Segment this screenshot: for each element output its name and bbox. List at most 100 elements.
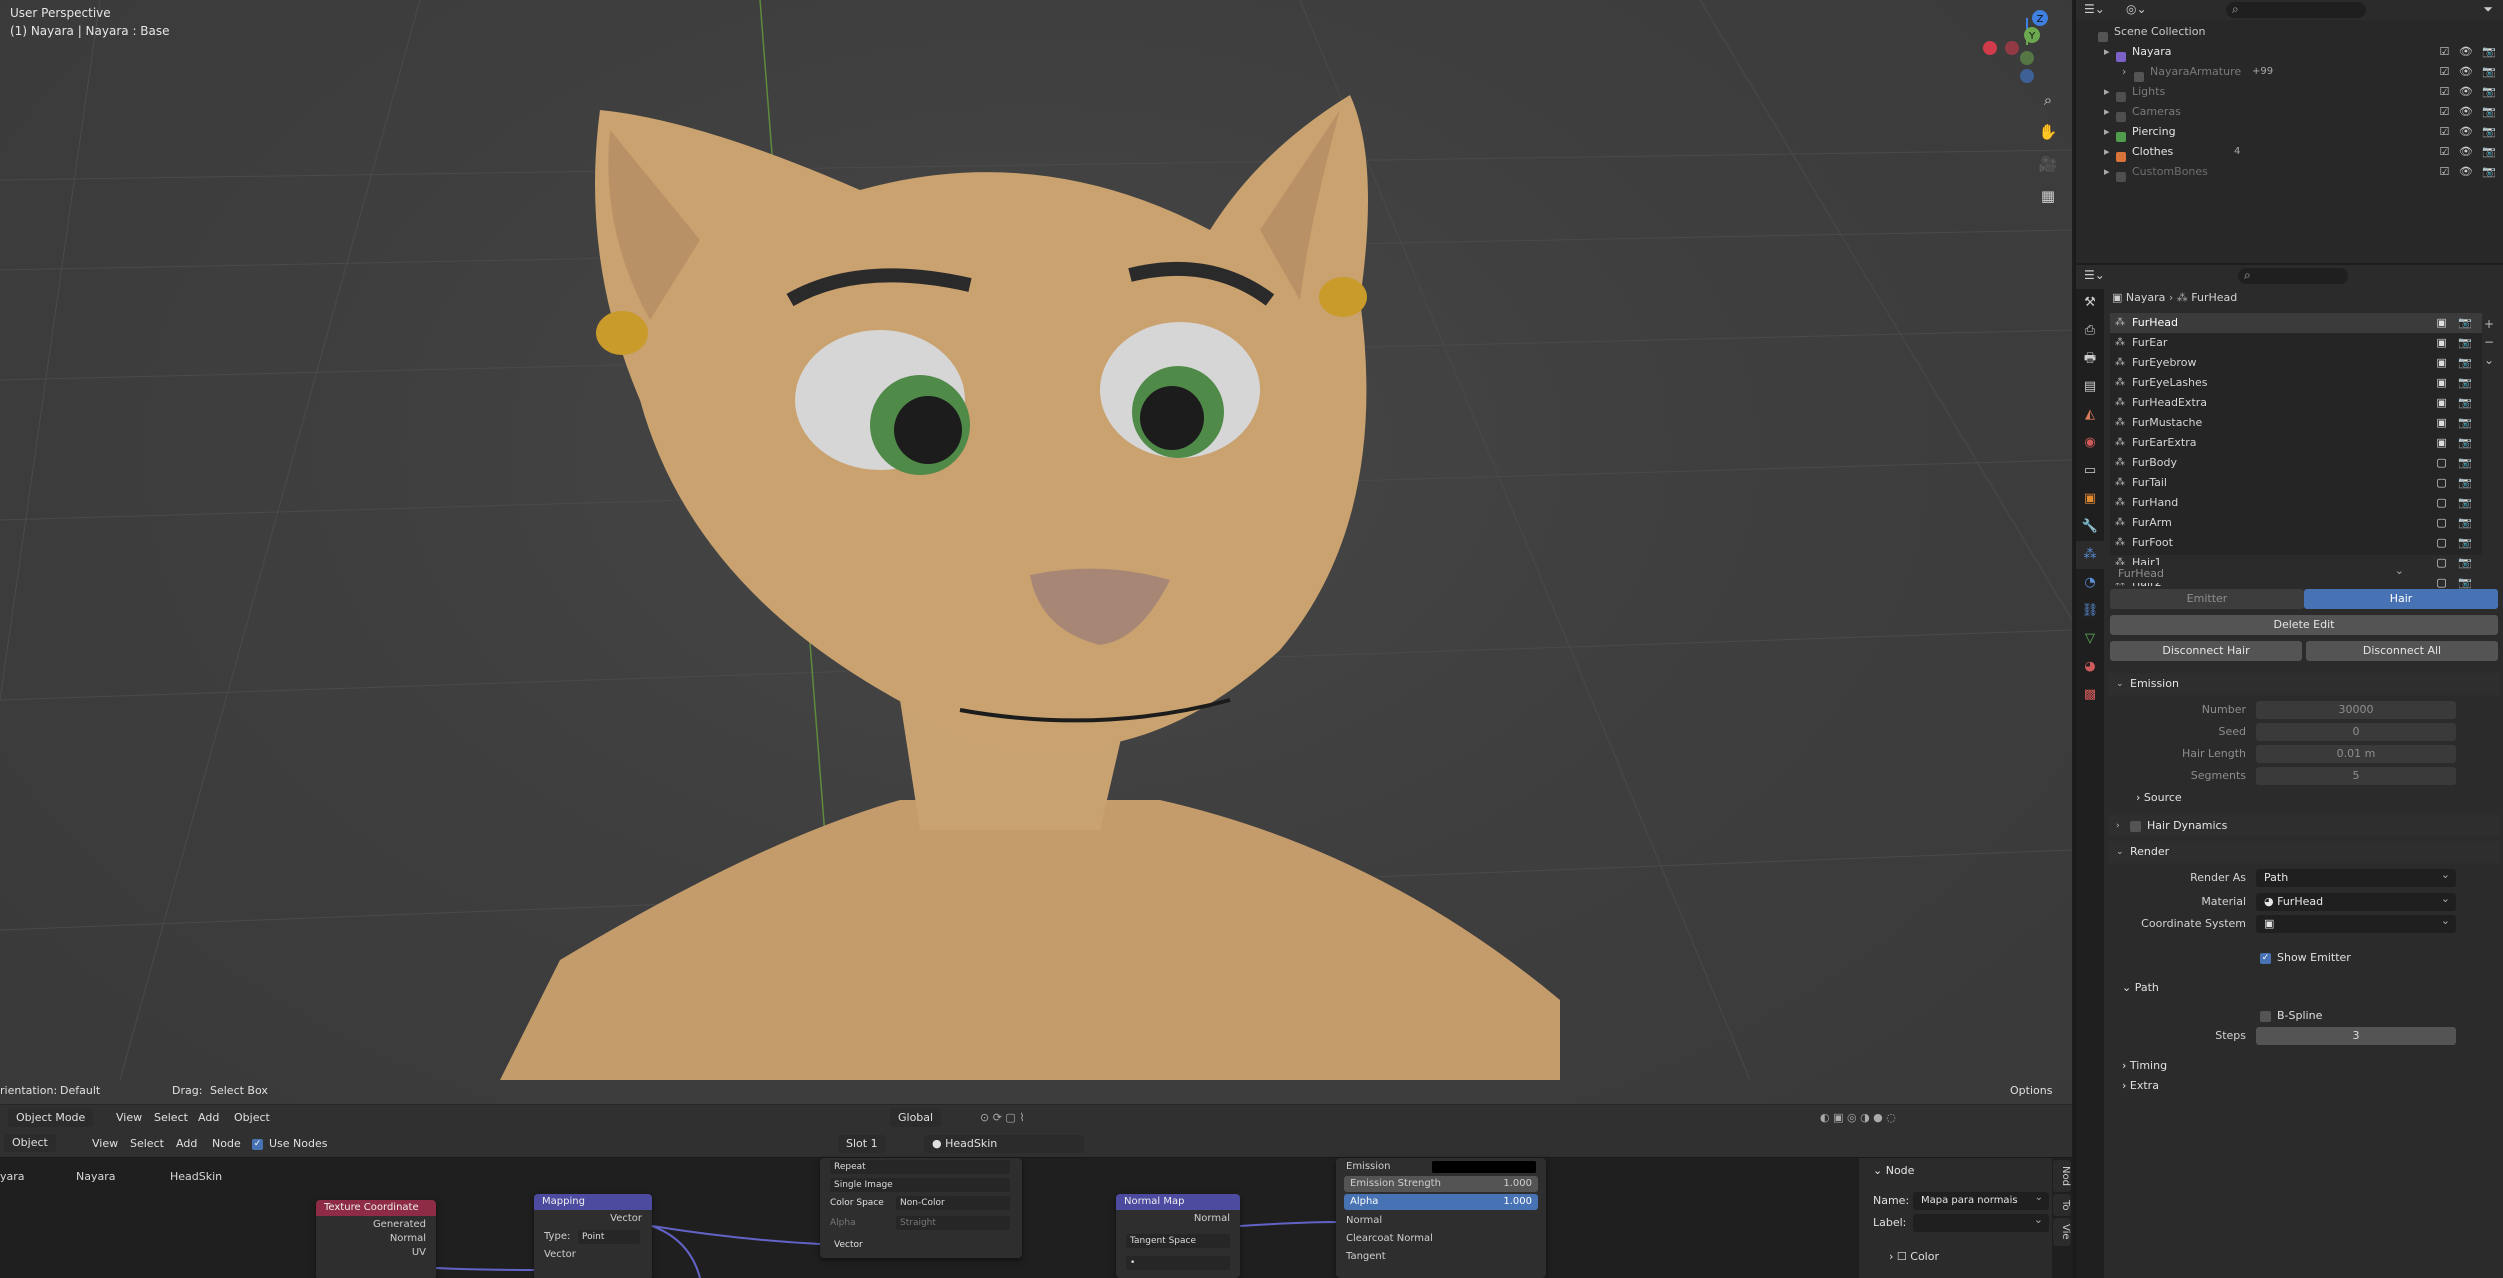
constraints-tab-icon[interactable]: ⛓	[2076, 597, 2104, 625]
render-toggle-icon[interactable]: ▣ 📷	[2436, 393, 2476, 413]
tab-view[interactable]: Vie	[2053, 1218, 2071, 1247]
disconnect-all-button[interactable]: Disconnect All	[2306, 641, 2498, 661]
particle-system-item[interactable]: ⁂ FurEarExtra ▣ 📷	[2110, 433, 2482, 453]
path-subpanel[interactable]: ⌄ Path	[2122, 979, 2159, 997]
material-dropdown[interactable]: ◕ FurHead	[2256, 890, 2456, 911]
expand-arrow-icon[interactable]: ▸	[2104, 142, 2110, 162]
visibility-toggles-icon[interactable]: ☑ 👁 📷	[2439, 122, 2499, 142]
texture-tab-icon[interactable]: ▩	[2076, 681, 2104, 709]
outliner-row[interactable]: Scene Collection	[2076, 22, 2503, 42]
show-emitter-checkbox[interactable]: ✓ Show Emitter	[2260, 949, 2351, 967]
menu-add[interactable]: Add	[198, 1109, 219, 1127]
particle-system-item[interactable]: ⁂ FurBody ▢ 📷	[2110, 453, 2482, 473]
world-tab-icon[interactable]: ◉	[2076, 429, 2104, 457]
emission-panel-header[interactable]: ⌄ Emission	[2108, 673, 2500, 695]
filter-icon[interactable]: ◎⌄	[2126, 2, 2147, 16]
emission-color-swatch[interactable]	[1432, 1161, 1536, 1173]
orientation-dropdown[interactable]: Default	[60, 1082, 100, 1100]
navigation-gizmo[interactable]: Z Y	[1982, 0, 2072, 90]
node-mapping[interactable]: Mapping Vector Type: Point Vector	[534, 1194, 652, 1278]
render-toggle-icon[interactable]: ▢ 📷	[2436, 493, 2476, 513]
outliner-row[interactable]: › NayaraArmature +99 ☑ 👁 📷	[2076, 62, 2503, 82]
alpha-field[interactable]: Alpha 1.000	[1344, 1194, 1538, 1210]
extension-dropdown[interactable]: Repeat	[830, 1160, 1010, 1174]
options-button[interactable]: Options	[2010, 1082, 2052, 1100]
data-tab-icon[interactable]: ▽	[2076, 625, 2104, 653]
camera-view-icon[interactable]: 🎥	[2036, 152, 2060, 176]
expand-arrow-icon[interactable]: ›	[2122, 62, 2126, 82]
alpha-dropdown[interactable]: Straight	[896, 1216, 1010, 1230]
color-panel-header[interactable]: › ☐ Color	[1889, 1248, 1939, 1266]
visibility-toggles-icon[interactable]: ☑ 👁 📷	[2439, 102, 2499, 122]
emission-field-value[interactable]: 5	[2256, 767, 2456, 785]
render-toggle-icon[interactable]: ▢ 📷	[2436, 473, 2476, 493]
render-panel-header[interactable]: ⌄ Render	[2108, 841, 2500, 863]
render-as-dropdown[interactable]: Path	[2256, 866, 2456, 887]
expand-arrow-icon[interactable]: ▸	[2104, 162, 2110, 182]
hair-dynamics-panel-header[interactable]: › Hair Dynamics	[2108, 815, 2500, 837]
shader-node-editor[interactable]: Object View Select Add Node ✓ Use Nodes S…	[0, 1130, 2072, 1278]
modifier-tab-icon[interactable]: 🔧	[2076, 513, 2104, 541]
bspline-checkbox[interactable]: B-Spline	[2260, 1007, 2322, 1025]
emission-field-value[interactable]: 0.01 m	[2256, 745, 2456, 763]
editor-type-icon[interactable]: ☰⌄	[2084, 268, 2105, 282]
outliner-row[interactable]: ▸ CustomBones ☑ 👁 📷	[2076, 162, 2503, 182]
node-label-field[interactable]	[1913, 1211, 2049, 1232]
add-icon[interactable]: +	[2484, 315, 2498, 333]
source-subpanel[interactable]: › Source	[2136, 789, 2182, 807]
outliner-row[interactable]: ▸ Nayara ☑ 👁 📷	[2076, 42, 2503, 62]
visibility-toggles-icon[interactable]: ☑ 👁 📷	[2439, 82, 2499, 102]
tab-node[interactable]: Nod	[2053, 1160, 2071, 1192]
outliner-row[interactable]: ▸ Clothes 4 ☑ 👁 📷	[2076, 142, 2503, 162]
display-mode-icon[interactable]: ☰⌄	[2084, 2, 2105, 16]
timing-subpanel[interactable]: › Timing	[2122, 1057, 2167, 1075]
outliner-row[interactable]: ▸ Piercing ☑ 👁 📷	[2076, 122, 2503, 142]
render-toggle-icon[interactable]: ▢ 📷	[2436, 513, 2476, 533]
particle-system-item[interactable]: ⁂ FurHand ▢ 📷	[2110, 493, 2482, 513]
funnel-icon[interactable]: ⏷	[2483, 2, 2493, 17]
particle-system-item[interactable]: ⁂ FurMustache ▣ 📷	[2110, 413, 2482, 433]
object-tab-icon[interactable]: ▣	[2076, 485, 2104, 513]
source-dropdown[interactable]: Single Image	[830, 1178, 1010, 1192]
space-dropdown[interactable]: Tangent Space	[1126, 1234, 1230, 1248]
outliner[interactable]: ☰⌄ ◎⌄ ⌕ ⏷ Scene Collection ▸ Nayara ☑ 👁 📷 › N…	[2074, 0, 2503, 263]
node-principled-bsdf[interactable]: Emission Emission Strength 1.000 Alpha 1…	[1336, 1158, 1546, 1278]
steps-field[interactable]: 3	[2256, 1027, 2456, 1045]
render-toggle-icon[interactable]: ▢ 📷	[2436, 553, 2476, 573]
drag-dropdown[interactable]: Select Box	[210, 1082, 268, 1100]
emission-field-value[interactable]: 30000	[2256, 701, 2456, 719]
particle-system-item[interactable]: ⁂ FurHeadExtra ▣ 📷	[2110, 393, 2482, 413]
mapping-type-dropdown[interactable]: Point	[578, 1230, 640, 1244]
particle-system-item[interactable]: ⁂ FurArm ▢ 📷	[2110, 513, 2482, 533]
hair-type-tab[interactable]: Hair	[2304, 589, 2498, 609]
properties-editor[interactable]: ☰⌄ ⌕ ⚒ ⎙ 🖶 ▤ ◭ ◉ ▭ ▣ 🔧 ⁂ ◔ ⛓ ▽ ◕ ▩ ▣ Nay…	[2074, 265, 2503, 1278]
node-image-texture[interactable]: Repeat Single Image Color Space Non-Colo…	[820, 1158, 1022, 1258]
expand-arrow-icon[interactable]: ▸	[2104, 82, 2110, 102]
node-normal-map[interactable]: Normal Map Normal Tangent Space •	[1116, 1194, 1240, 1278]
coordinate-system-field[interactable]: ▣	[2256, 912, 2456, 933]
particles-tab-icon[interactable]: ⁂	[2076, 541, 2104, 569]
particle-systems-list[interactable]: ⁂ FurHead ▣ 📷 ⁂ FurEar ▣ 📷 ⁂ FurEyebrow ▣ 📷 ⁂ FurE…	[2110, 313, 2482, 629]
particle-system-item[interactable]: ⁂ FurEyebrow ▣ 📷	[2110, 353, 2482, 373]
uv-map-field[interactable]: •	[1126, 1256, 1230, 1270]
collection-tab-icon[interactable]: ▭	[2076, 457, 2104, 485]
snap-icon[interactable]: ⊙ ⟳ ▢ ⌇	[980, 1109, 1025, 1127]
tab-tool[interactable]: To	[2053, 1193, 2071, 1217]
particle-system-item[interactable]: ⁂ FurFoot ▢ 📷	[2110, 533, 2482, 553]
render-toggle-icon[interactable]: ▣ 📷	[2436, 353, 2476, 373]
render-tab-icon[interactable]: ⎙	[2076, 317, 2104, 345]
tool-tab-icon[interactable]: ⚒	[2076, 289, 2104, 317]
visibility-toggles-icon[interactable]: ☑ 👁 📷	[2439, 162, 2499, 182]
expand-arrow-icon[interactable]: ▸	[2104, 102, 2110, 122]
menu-view[interactable]: View	[116, 1109, 142, 1127]
ortho-grid-icon[interactable]: ▦	[2036, 184, 2060, 208]
expand-arrow-icon[interactable]: ▸	[2104, 122, 2110, 142]
render-toggle-icon[interactable]: ▣ 📷	[2436, 333, 2476, 353]
node-name-field[interactable]: Mapa para normais	[1913, 1189, 2049, 1210]
extra-subpanel[interactable]: › Extra	[2122, 1077, 2159, 1095]
physics-tab-icon[interactable]: ◔	[2076, 569, 2104, 597]
render-toggle-icon[interactable]: ▣ 📷	[2436, 313, 2476, 333]
object-mode-dropdown[interactable]: Object Mode	[8, 1109, 94, 1127]
delete-edit-button[interactable]: Delete Edit	[2110, 615, 2498, 635]
emission-strength-field[interactable]: Emission Strength 1.000	[1344, 1176, 1538, 1192]
